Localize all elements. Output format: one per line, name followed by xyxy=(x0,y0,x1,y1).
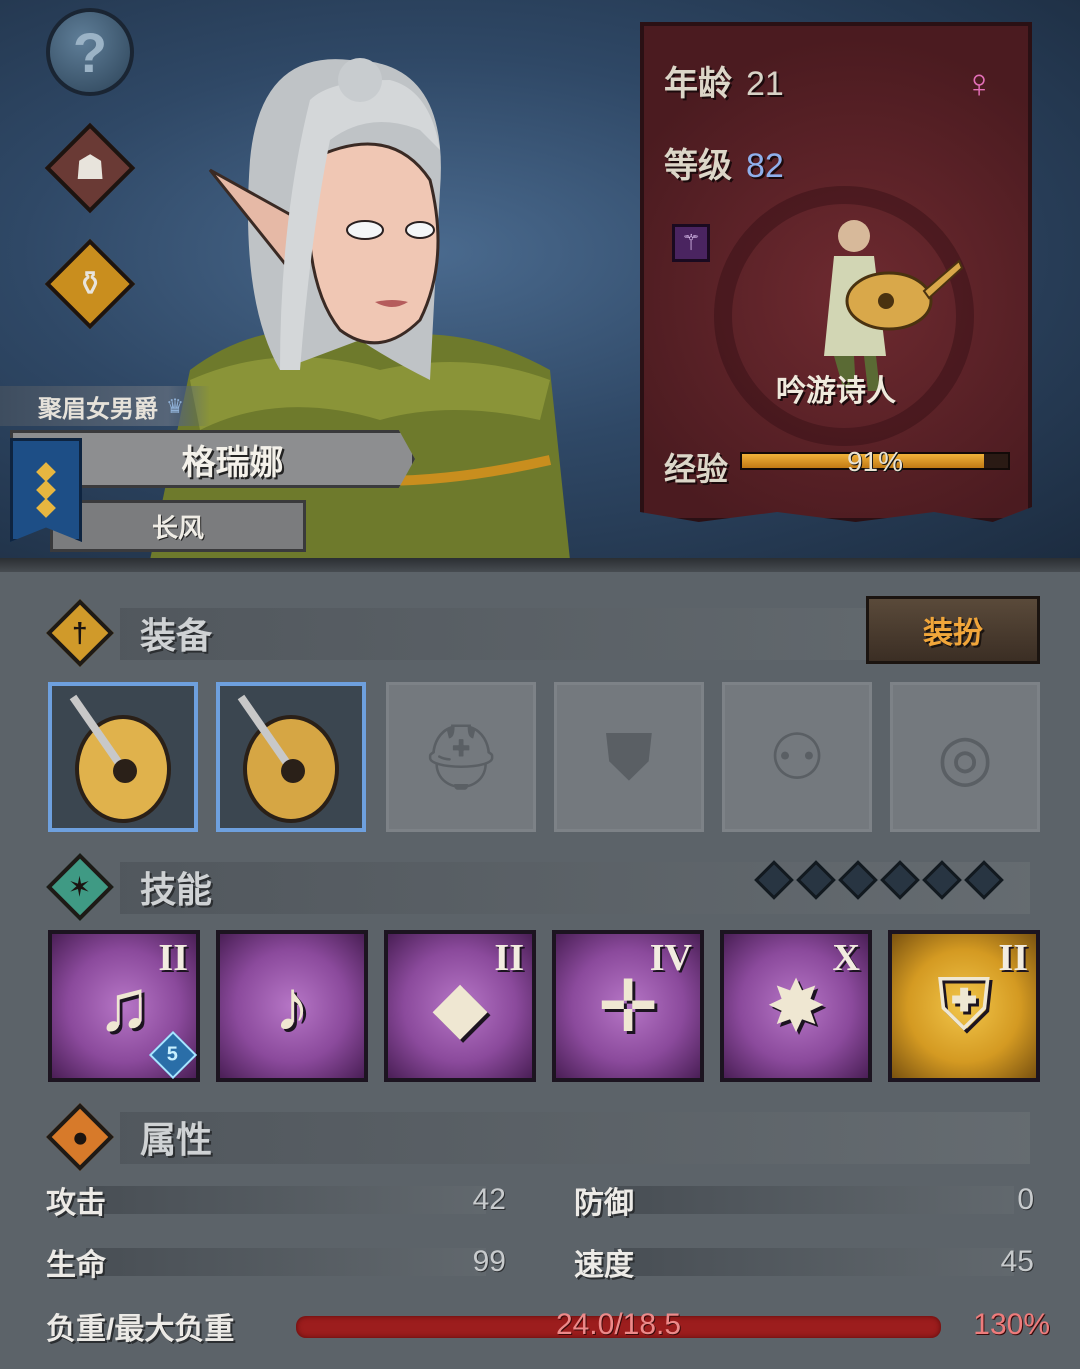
load-percent: 130% xyxy=(973,1308,1050,1341)
skill-slot-5[interactable]: ✸ X xyxy=(720,930,872,1082)
hero-title: 聚眉女男爵 xyxy=(38,395,158,423)
age-value: 21 xyxy=(746,65,784,103)
skill-point-diamond-icon xyxy=(796,860,836,900)
attributes-band xyxy=(120,1112,1030,1164)
equip-slot-offhand[interactable] xyxy=(216,682,366,832)
defense-value: 0 xyxy=(1017,1183,1034,1216)
house-banner-icon xyxy=(10,438,82,542)
equip-slot-boots[interactable]: ⚇ xyxy=(722,682,872,832)
gender-female-icon: ♀ xyxy=(964,62,994,106)
sword-note-icon: ♫ xyxy=(97,966,151,1046)
class-name: 吟游诗人 xyxy=(776,375,896,408)
exp-percent: 91% xyxy=(846,446,904,477)
portrait-area: ? ☗ ⚱ 聚眉女男爵 ♛ 格瑞娜 长风 年龄 21 ♀ 等级 82 ⚚ 吟游诗… xyxy=(0,0,1080,560)
speed-label: 速度 xyxy=(574,1249,634,1282)
equip-slot-helmet[interactable]: ⛑ xyxy=(386,682,536,832)
gem-hand-icon: ◆ xyxy=(432,967,488,1047)
skills-header: ✶ 技能 xyxy=(44,852,212,922)
speed-value: 45 xyxy=(1000,1245,1034,1278)
skill-rank: II xyxy=(998,937,1028,979)
stat-bar xyxy=(86,1248,486,1276)
load-label: 负重/最大负重 xyxy=(46,1313,235,1346)
equip-slot-armor[interactable]: ⛊ xyxy=(554,682,704,832)
skill-rank: II xyxy=(158,937,188,979)
stat-bar xyxy=(614,1186,1014,1214)
weapon-type-icon[interactable]: ⚚ xyxy=(672,224,710,262)
stat-load: 负重/最大负重 xyxy=(46,1306,296,1346)
dress-up-button[interactable]: 装扮 xyxy=(866,596,1040,664)
level-row: 等级 82 xyxy=(664,138,784,187)
skill-slot-2[interactable]: ♪ xyxy=(216,930,368,1082)
burst-icon: ✸ xyxy=(765,967,827,1047)
helmet-icon: ⛑ xyxy=(420,720,502,793)
equipment-title: 装备 xyxy=(140,615,213,656)
equip-slot-ring[interactable]: ◎ xyxy=(890,682,1040,832)
hp-value: 99 xyxy=(472,1245,506,1278)
lute-icon xyxy=(237,694,339,823)
level-label: 等级 xyxy=(664,147,732,185)
info-card: 年龄 21 ♀ 等级 82 ⚚ 吟游诗人 经验 91% xyxy=(640,22,1032,522)
attributes-header: ● 属性 xyxy=(44,1102,212,1172)
skill-star-icon: ✶ xyxy=(46,853,114,921)
hp-label: 生命 xyxy=(46,1249,106,1282)
crown-icon: ♛ xyxy=(166,395,184,418)
panel-divider xyxy=(0,558,1080,572)
skill-point-diamond-icon xyxy=(880,860,920,900)
shield-break-icon: ⛨ xyxy=(936,965,991,1045)
age-row: 年龄 21 xyxy=(664,56,784,105)
attributes-title: 属性 xyxy=(140,1119,213,1160)
gem-note-icon: ♪ xyxy=(274,966,310,1046)
load-value: 24.0/18.5 xyxy=(555,1308,682,1341)
hero-title-plate: 聚眉女男爵 ♛ xyxy=(0,386,210,426)
skill-slot-3[interactable]: ◆ II xyxy=(384,930,536,1082)
skill-point-diamond-icon xyxy=(964,860,1004,900)
hero-nickname: 长风 xyxy=(50,500,306,552)
skill-point-diamond-icon xyxy=(838,860,878,900)
skill-point-diamond-icon xyxy=(922,860,962,900)
skill-level-badge: 5 xyxy=(148,1030,198,1080)
skill-points-indicator xyxy=(754,860,1004,900)
equipment-header: † 装备 xyxy=(44,598,212,668)
boots-icon: ⚇ xyxy=(768,720,826,793)
skill-rank: X xyxy=(832,937,860,979)
lute-icon xyxy=(69,694,171,823)
armor-icon: ⛊ xyxy=(605,720,653,793)
level-value: 82 xyxy=(746,147,784,185)
stat-bar xyxy=(86,1186,486,1214)
skill-rank: IV xyxy=(649,937,692,979)
stat-speed: 速度 45 xyxy=(574,1242,1034,1282)
stat-defense: 防御 0 xyxy=(574,1180,1034,1220)
character-bust-button[interactable]: ☗ xyxy=(44,122,136,214)
exp-label: 经验 xyxy=(664,451,729,487)
skills-title: 技能 xyxy=(140,869,213,910)
person-icon: ● xyxy=(46,1103,114,1171)
skill-point-diamond-icon xyxy=(754,860,794,900)
attack-value: 42 xyxy=(472,1183,506,1216)
skill-level: 5 xyxy=(167,1043,179,1066)
skill-slot-6[interactable]: ⛨ II xyxy=(888,930,1040,1082)
potion-pot-icon: ⚱ xyxy=(44,238,136,330)
stat-hp: 生命 99 xyxy=(46,1242,506,1282)
dagger-icon: † xyxy=(46,599,114,667)
equip-slot-weapon[interactable] xyxy=(48,682,198,832)
stat-attack: 攻击 42 xyxy=(46,1180,506,1220)
attack-label: 攻击 xyxy=(46,1187,106,1220)
age-label: 年龄 xyxy=(664,65,732,103)
character-bust-icon: ☗ xyxy=(44,122,136,214)
help-icon[interactable]: ? xyxy=(46,8,134,96)
stat-bar xyxy=(614,1248,1014,1276)
skill-rank: II xyxy=(494,937,524,979)
potion-button[interactable]: ⚱ xyxy=(44,238,136,330)
defense-label: 防御 xyxy=(574,1187,634,1220)
skill-slot-1[interactable]: ♫ II 5 xyxy=(48,930,200,1082)
ring-icon: ◎ xyxy=(937,720,993,793)
skill-slot-4[interactable]: ✛ IV xyxy=(552,930,704,1082)
exp-bar: 91% xyxy=(740,446,1010,477)
